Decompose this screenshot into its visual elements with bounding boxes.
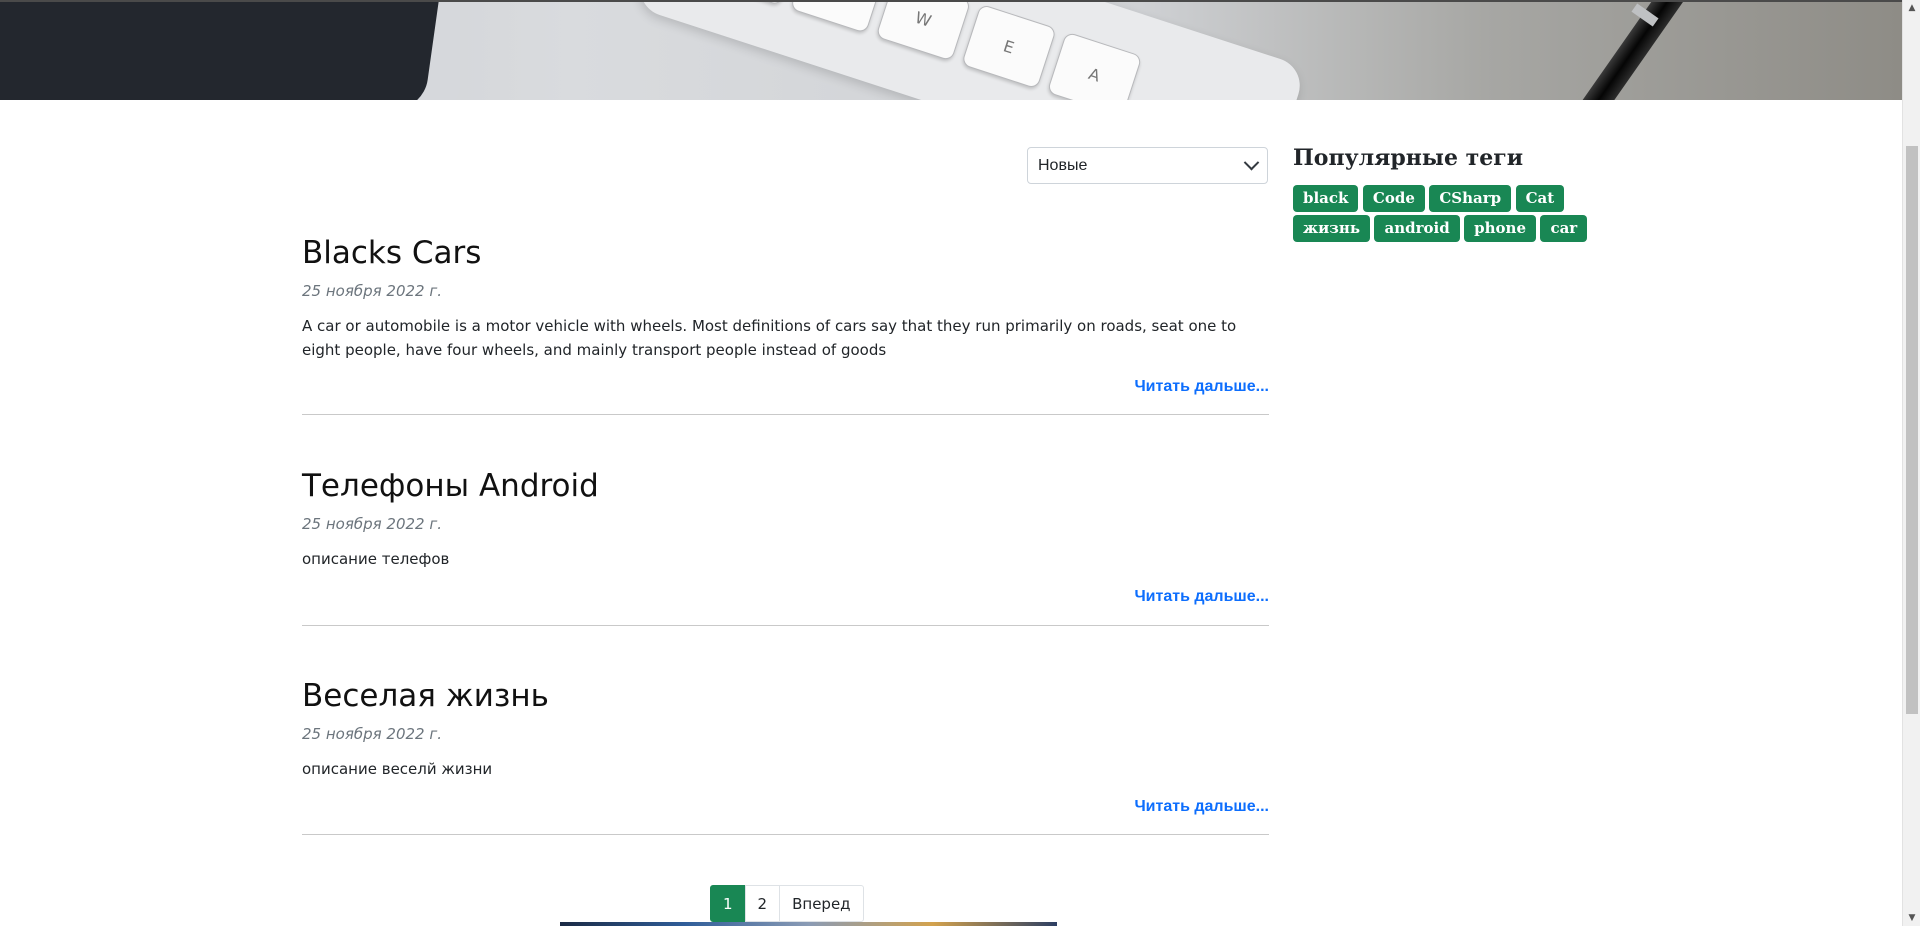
scroll-up-arrow-icon[interactable]: ▲ — [1903, 0, 1920, 16]
read-more-link[interactable]: Читать дальше... — [1134, 588, 1269, 606]
sort-select-value: Новые — [1038, 156, 1088, 174]
tag-csharp[interactable]: CSharp — [1429, 185, 1512, 212]
post-card: Веселая жизнь 25 ноября 2022 г. описание… — [302, 677, 1269, 781]
pagination: 1 2 Вперед — [710, 885, 864, 922]
scrollbar-thumb[interactable] — [1906, 146, 1918, 714]
scroll-down-arrow-icon[interactable]: ▼ — [1903, 910, 1920, 926]
popular-tags-title: Популярные теги — [1293, 145, 1524, 171]
hero-pen-graphic — [1550, 2, 1710, 100]
tag-black[interactable]: black — [1293, 185, 1359, 212]
hero-keyboard-graphic: @ 2 # 3 W E A — [632, 2, 1308, 100]
hero-key: @ 2 — [704, 2, 801, 6]
footer-image — [560, 922, 1057, 926]
post-card: Blacks Cars 25 ноября 2022 г. A car or a… — [302, 234, 1269, 362]
sort-select[interactable]: Новые — [1027, 147, 1268, 184]
post-divider — [302, 625, 1269, 626]
post-divider — [302, 834, 1269, 835]
tag-life[interactable]: жизнь — [1293, 215, 1371, 242]
hero-banner-image: @ 2 # 3 W E A — [0, 0, 1902, 100]
post-title[interactable]: Веселая жизнь — [302, 677, 1269, 715]
post-date: 25 ноября 2022 г. — [302, 725, 443, 743]
page-1-link[interactable]: 1 — [710, 885, 746, 922]
post-date: 25 ноября 2022 г. — [302, 282, 443, 300]
hero-phone-screen-graphic — [0, 2, 441, 100]
page: @ 2 # 3 W E A Новые Blacks Cars 25 ноябр… — [0, 0, 1920, 926]
tag-code[interactable]: Code — [1362, 185, 1425, 212]
hero-key: E — [961, 3, 1057, 90]
post-description: A car or automobile is a motor vehicle w… — [302, 317, 1237, 359]
tag-car[interactable]: car — [1540, 215, 1588, 242]
tag-android[interactable]: android — [1374, 215, 1460, 242]
post-card: Телефоны Android 25 ноября 2022 г. описа… — [302, 467, 1269, 571]
next-page-link[interactable]: Вперед — [779, 885, 864, 922]
post-date: 25 ноября 2022 г. — [302, 515, 443, 533]
hero-key: W — [875, 2, 972, 62]
page-2-link[interactable]: 2 — [744, 885, 781, 922]
hero-key: # 3 — [789, 2, 886, 34]
vertical-scrollbar[interactable]: ▲ ▼ — [1902, 0, 1920, 926]
post-divider — [302, 414, 1269, 415]
popular-tags-list: black Code CSharp Cat жизнь android phon… — [1293, 185, 1623, 245]
post-title[interactable]: Телефоны Android — [302, 467, 1269, 505]
post-title[interactable]: Blacks Cars — [302, 234, 1269, 272]
chevron-down-icon — [1243, 154, 1260, 171]
read-more-link[interactable]: Читать дальше... — [1134, 798, 1269, 816]
tag-cat[interactable]: Cat — [1515, 185, 1565, 212]
tag-phone[interactable]: phone — [1464, 215, 1536, 242]
hero-key: A — [1046, 31, 1143, 100]
post-description: описание веселй жизни — [302, 760, 493, 778]
post-description: описание телефов — [302, 550, 450, 568]
read-more-link[interactable]: Читать дальше... — [1134, 378, 1269, 396]
